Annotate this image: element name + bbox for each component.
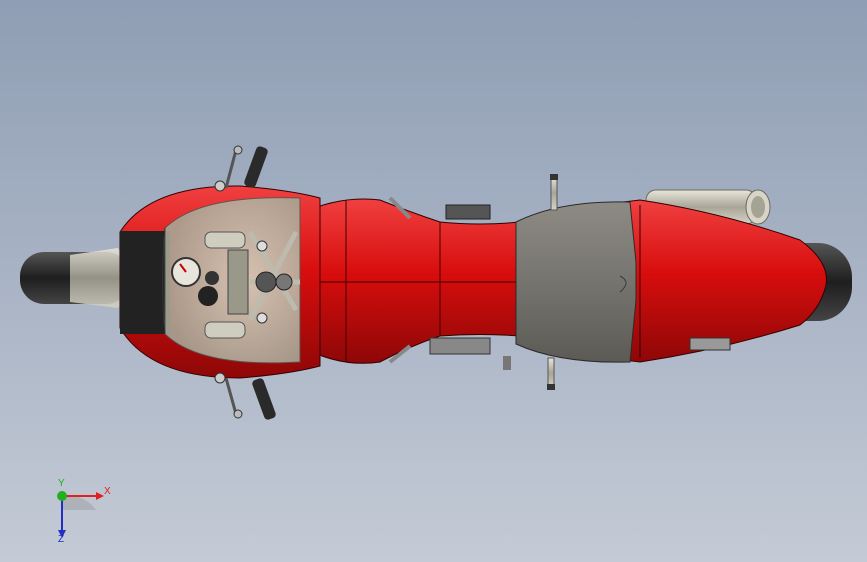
y-axis-label: Y <box>58 478 65 489</box>
left-footpeg[interactable] <box>550 174 558 211</box>
right-handlebar[interactable] <box>214 372 277 421</box>
right-footpeg[interactable] <box>503 356 555 390</box>
rider-seat[interactable] <box>515 201 637 363</box>
front-tire[interactable] <box>20 248 130 308</box>
z-axis-label: Z <box>58 534 65 545</box>
x-axis-label: X <box>104 486 111 497</box>
coordinate-triad: X Y Z <box>40 478 120 548</box>
motorcycle-model-top-view[interactable] <box>0 0 867 562</box>
left-handlebar[interactable] <box>214 145 269 192</box>
graphics-viewport[interactable]: X Y Z <box>0 0 867 562</box>
